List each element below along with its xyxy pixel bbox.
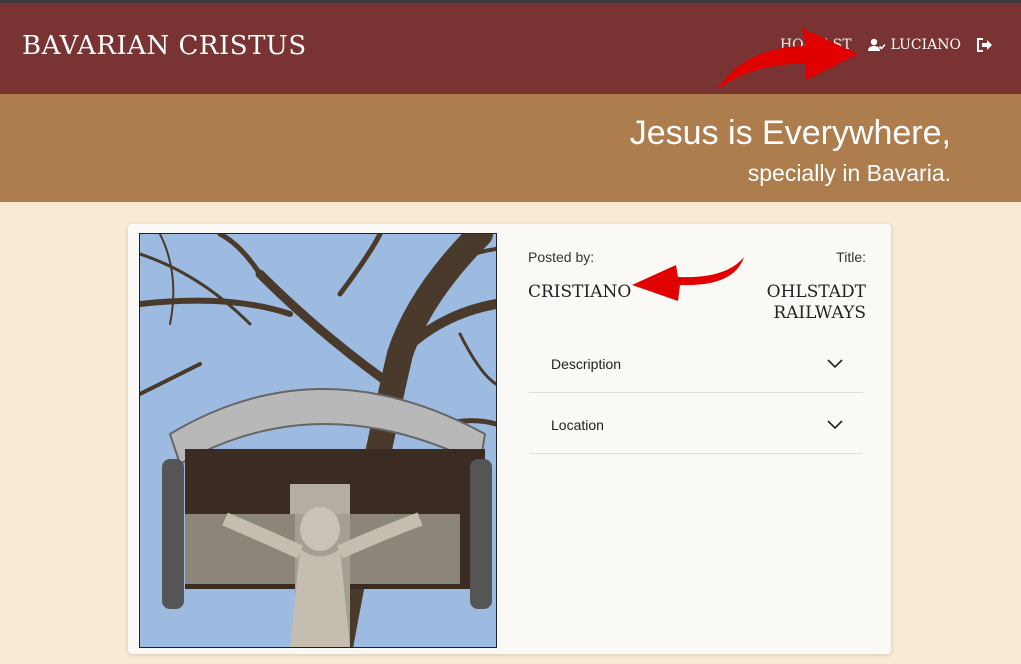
location-accordion[interactable]: Location	[529, 397, 863, 454]
brand-logo[interactable]: BAVARIAN CRISTUS	[22, 31, 307, 61]
sign-out-icon[interactable]	[977, 38, 993, 52]
nav-user-label: LUCIANO	[890, 37, 961, 53]
poster-name[interactable]: CRISTIANO	[528, 282, 631, 302]
nav-link-partial[interactable]: HOME ST	[780, 37, 852, 53]
post-title: OHLSTADT RAILWAYS	[766, 282, 866, 323]
accordion-label: Description	[551, 356, 622, 372]
hero-title: Jesus is Everywhere,	[629, 114, 951, 152]
title-label: Title:	[836, 249, 866, 265]
post-card: Posted by: Title: CRISTIANO OHLSTADT RAI…	[128, 224, 891, 654]
description-accordion[interactable]: Description	[529, 336, 863, 393]
chevron-down-icon	[827, 417, 843, 435]
chevron-down-icon	[827, 356, 843, 374]
hero-banner: Jesus is Everywhere, specially in Bavari…	[0, 94, 1021, 202]
posted-by-label: Posted by:	[528, 249, 595, 265]
accordion-label: Location	[551, 417, 604, 433]
nav-links: HOME ST LUCIANO	[780, 37, 993, 53]
navbar: BAVARIAN CRISTUS HOME ST LUCIANO	[0, 3, 1021, 94]
user-check-icon	[867, 38, 886, 52]
hero-subtitle: specially in Bavaria.	[747, 160, 951, 186]
post-photo	[139, 233, 497, 648]
nav-user-link[interactable]: LUCIANO	[867, 37, 961, 53]
